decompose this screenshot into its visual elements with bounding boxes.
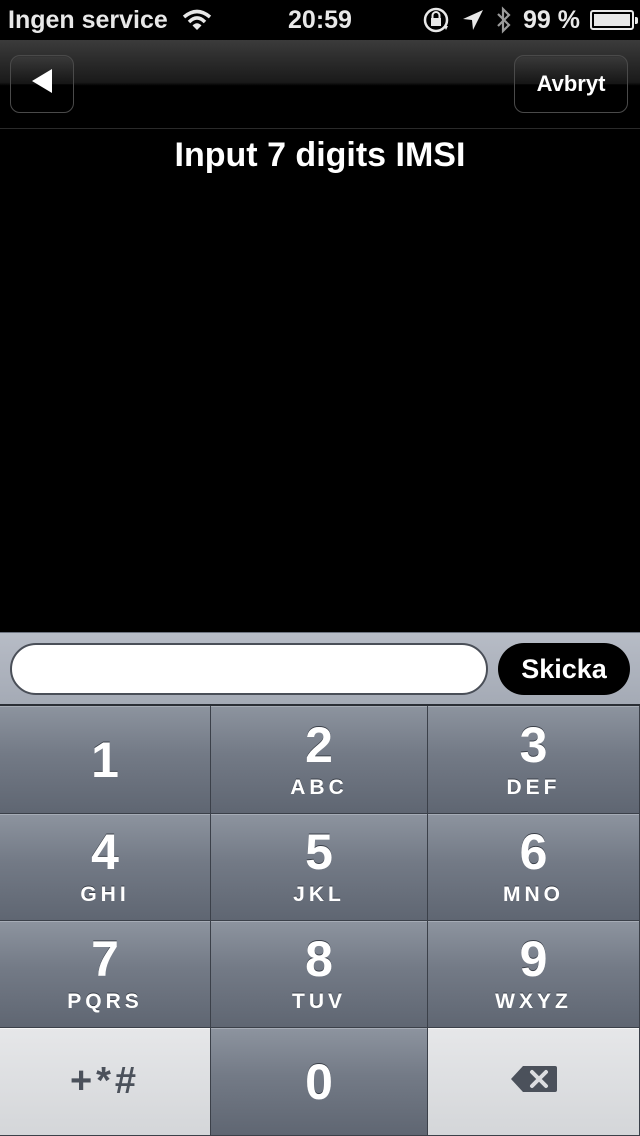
key-8[interactable]: 8 TUV — [211, 921, 428, 1028]
key-letters: JKL — [293, 883, 345, 906]
key-digit: 4 — [91, 824, 119, 880]
key-digit: 2 — [305, 716, 333, 773]
prompt-title: Input 7 digits IMSI — [174, 136, 466, 174]
key-4[interactable]: 4 GHI — [0, 814, 211, 921]
rotation-lock-icon — [421, 6, 451, 34]
key-digit: 3 — [519, 716, 548, 773]
key-5[interactable]: 5 JKL — [211, 814, 428, 921]
cancel-button[interactable]: Avbryt — [514, 55, 628, 113]
key-2[interactable]: 2 ABC — [211, 706, 428, 814]
navigation-bar: Avbryt — [0, 40, 640, 129]
carrier-label: Ingen service — [8, 5, 168, 34]
key-letters: MNO — [503, 883, 564, 906]
location-arrow-icon — [461, 8, 485, 32]
key-digit: 1 — [91, 731, 119, 788]
wifi-icon — [182, 9, 212, 31]
key-1[interactable]: 1 — [0, 706, 211, 814]
imsi-input[interactable] — [10, 643, 488, 695]
key-letters: ABC — [290, 775, 348, 799]
key-letters: WXYZ — [495, 990, 572, 1013]
key-digit: 6 — [519, 824, 548, 880]
send-button[interactable]: Skicka — [498, 643, 630, 695]
symbols-label: +*# — [69, 1060, 141, 1102]
delete-key[interactable] — [428, 1028, 640, 1136]
key-digit: 7 — [91, 931, 119, 987]
key-3[interactable]: 3 DEF — [428, 706, 640, 814]
back-button[interactable] — [10, 55, 74, 113]
key-digit: 9 — [519, 931, 548, 987]
key-0[interactable]: 0 — [211, 1028, 428, 1136]
key-6[interactable]: 6 MNO — [428, 814, 640, 921]
key-digit: 8 — [305, 931, 333, 987]
key-letters: GHI — [80, 883, 130, 906]
key-letters: TUV — [292, 990, 346, 1013]
key-digit: 0 — [305, 1053, 333, 1110]
battery-fill — [594, 14, 630, 26]
bluetooth-icon — [495, 6, 513, 34]
input-accessory-bar: Skicka — [0, 632, 640, 705]
key-7[interactable]: 7 PQRS — [0, 921, 211, 1028]
status-bar: Ingen service 20:59 99 % — [0, 0, 640, 40]
key-9[interactable]: 9 WXYZ — [428, 921, 640, 1028]
key-letters: PQRS — [67, 990, 143, 1013]
backspace-icon — [509, 1064, 559, 1099]
back-arrow-icon — [30, 67, 54, 101]
key-letters: DEF — [506, 775, 561, 799]
numeric-keypad: 1 2 ABC 3 DEF 4 GHI 5 JKL 6 MNO 7 PQRS 8… — [0, 704, 640, 1136]
symbols-key[interactable]: +*# — [0, 1028, 211, 1136]
battery-percent: 99 % — [523, 5, 580, 34]
battery-icon — [590, 10, 638, 30]
key-digit: 5 — [305, 824, 333, 880]
